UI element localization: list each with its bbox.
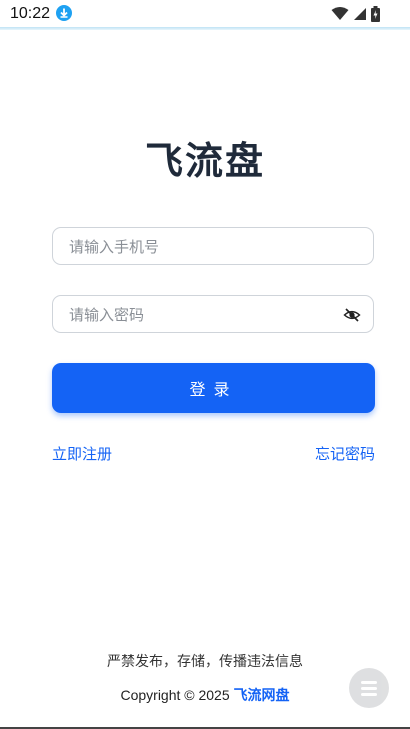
battery-icon <box>371 6 380 22</box>
app-title: 飞流盘 <box>144 141 265 183</box>
menu-line-icon <box>361 692 377 696</box>
floating-menu-button[interactable] <box>349 668 389 708</box>
footer-notice: 严禁发布，存储，传播违法信息 <box>107 653 303 669</box>
phone-input[interactable] <box>67 228 331 266</box>
login-button[interactable]: 登录 <box>52 363 375 413</box>
eye-off-icon[interactable] <box>343 306 361 324</box>
status-divider <box>0 27 410 30</box>
phone-field[interactable] <box>52 227 374 266</box>
password-input[interactable] <box>67 296 331 334</box>
status-bar: 10:22 <box>0 0 410 28</box>
signal-icon <box>354 8 366 20</box>
status-time: 10:22 <box>10 5 51 22</box>
status-icons <box>331 6 380 22</box>
forgot-password-link[interactable]: 忘记密码 <box>315 443 375 464</box>
copyright-text: Copyright © 2025 <box>120 687 230 703</box>
footer-brand: 飞流网盘 <box>233 687 290 703</box>
password-field[interactable] <box>52 295 374 334</box>
menu-line-icon <box>361 680 377 684</box>
wifi-icon <box>331 7 349 20</box>
download-icon <box>56 5 72 21</box>
menu-line-icon <box>361 686 377 690</box>
register-link[interactable]: 立即注册 <box>52 443 112 464</box>
